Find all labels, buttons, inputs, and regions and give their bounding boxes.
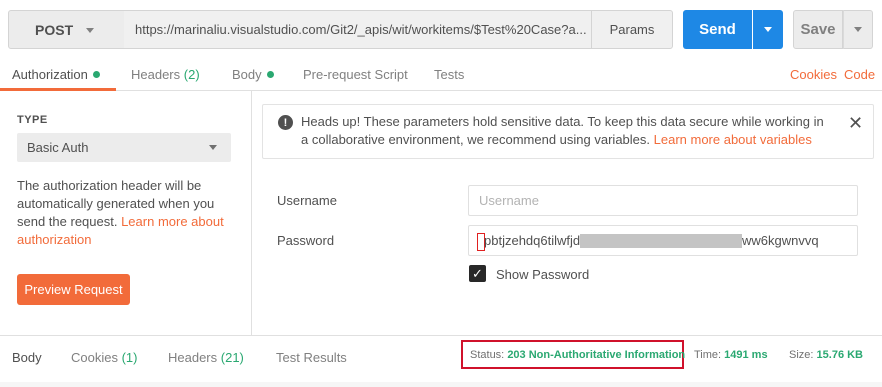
send-options-button[interactable] xyxy=(753,10,783,49)
method-select[interactable]: POST xyxy=(8,10,125,49)
username-label: Username xyxy=(277,193,337,208)
size-label: Size: xyxy=(789,349,814,361)
request-tabs: Authorization Headers (2) Body Pre-reque… xyxy=(0,60,882,91)
password-value-start: pbtjzehdq6tilwfjdl xyxy=(484,233,584,248)
response-body-edge xyxy=(0,382,882,387)
username-placeholder: Username xyxy=(479,193,539,208)
url-input[interactable]: https://marinaliu.visualstudio.com/Git2/… xyxy=(124,10,592,49)
username-field[interactable]: Username xyxy=(468,185,858,216)
chevron-down-icon xyxy=(764,27,772,32)
response-status: Status: 203 Non-Authoritative Informatio… xyxy=(470,349,685,361)
response-size: Size: 15.76 KB xyxy=(789,349,863,361)
tab-label: Cookies xyxy=(71,350,118,365)
method-label: POST xyxy=(35,21,74,38)
check-icon: ✓ xyxy=(472,265,483,281)
save-button[interactable]: Save xyxy=(793,10,843,49)
status-dot-icon xyxy=(266,71,274,78)
save-options-button[interactable] xyxy=(843,10,873,49)
time-value: 1491 ms xyxy=(724,349,768,361)
tab-label: Test Results xyxy=(276,350,347,365)
tab-count: (2) xyxy=(183,67,200,82)
preview-request-button[interactable]: Preview Request xyxy=(17,274,130,305)
type-label: TYPE xyxy=(17,114,48,126)
info-icon: ! xyxy=(278,115,293,130)
learn-more-variables-link[interactable]: Learn more about variables xyxy=(654,132,812,147)
send-button[interactable]: Send xyxy=(683,10,752,49)
tab-label: Headers xyxy=(131,67,181,82)
response-tab-cookies[interactable]: Cookies (1) xyxy=(71,350,137,365)
send-label: Send xyxy=(699,21,736,38)
tab-headers[interactable]: Headers (2) xyxy=(131,67,200,82)
redacted-blur xyxy=(580,234,742,248)
password-label: Password xyxy=(277,233,335,248)
params-button[interactable]: Params xyxy=(591,10,673,49)
tab-label: Body xyxy=(232,67,262,82)
tab-label: Tests xyxy=(434,67,465,82)
tab-pre-request-script[interactable]: Pre-request Script xyxy=(303,67,408,82)
password-value-end: ww6kgwnvvq xyxy=(742,233,819,248)
close-icon[interactable]: ✕ xyxy=(848,114,863,132)
cookies-link[interactable]: Cookies xyxy=(790,67,837,82)
chevron-down-icon xyxy=(86,28,94,33)
response-tab-body[interactable]: Body xyxy=(12,350,42,365)
auth-type-select[interactable]: Basic Auth xyxy=(17,133,231,162)
tab-authorization[interactable]: Authorization xyxy=(12,67,100,82)
code-link[interactable]: Code xyxy=(844,67,875,82)
status-value: 203 Non-Authoritative Information xyxy=(507,349,686,361)
url-text: https://marinaliu.visualstudio.com/Git2/… xyxy=(135,22,587,37)
params-label: Params xyxy=(609,22,655,37)
tab-label: Authorization xyxy=(12,67,88,82)
tab-count: (1) xyxy=(121,350,138,365)
chevron-down-icon xyxy=(854,27,862,32)
time-label: Time: xyxy=(694,349,722,361)
auth-type-value: Basic Auth xyxy=(27,140,89,155)
tab-tests[interactable]: Tests xyxy=(434,67,464,82)
size-value: 15.76 KB xyxy=(816,349,864,361)
alert-message: Heads up! These parameters hold sensitiv… xyxy=(301,113,831,149)
response-tab-headers[interactable]: Headers (21) xyxy=(168,350,244,365)
status-label: Status: xyxy=(470,349,505,361)
tab-body[interactable]: Body xyxy=(232,67,274,82)
preview-request-label: Preview Request xyxy=(24,282,123,297)
tab-count: (21) xyxy=(220,350,244,365)
tab-label: Body xyxy=(12,350,42,365)
response-tab-test-results[interactable]: Test Results xyxy=(276,350,347,365)
status-dot-icon xyxy=(92,71,100,78)
chevron-down-icon xyxy=(209,145,217,150)
save-label: Save xyxy=(800,21,836,38)
tab-label: Headers xyxy=(168,350,218,365)
response-time: Time: 1491 ms xyxy=(694,349,768,361)
tab-label: Pre-request Script xyxy=(303,67,408,82)
show-password-checkbox[interactable]: ✓ xyxy=(469,265,486,282)
auth-description: The authorization header will be automat… xyxy=(17,177,232,249)
show-password-label: Show Password xyxy=(496,267,590,282)
